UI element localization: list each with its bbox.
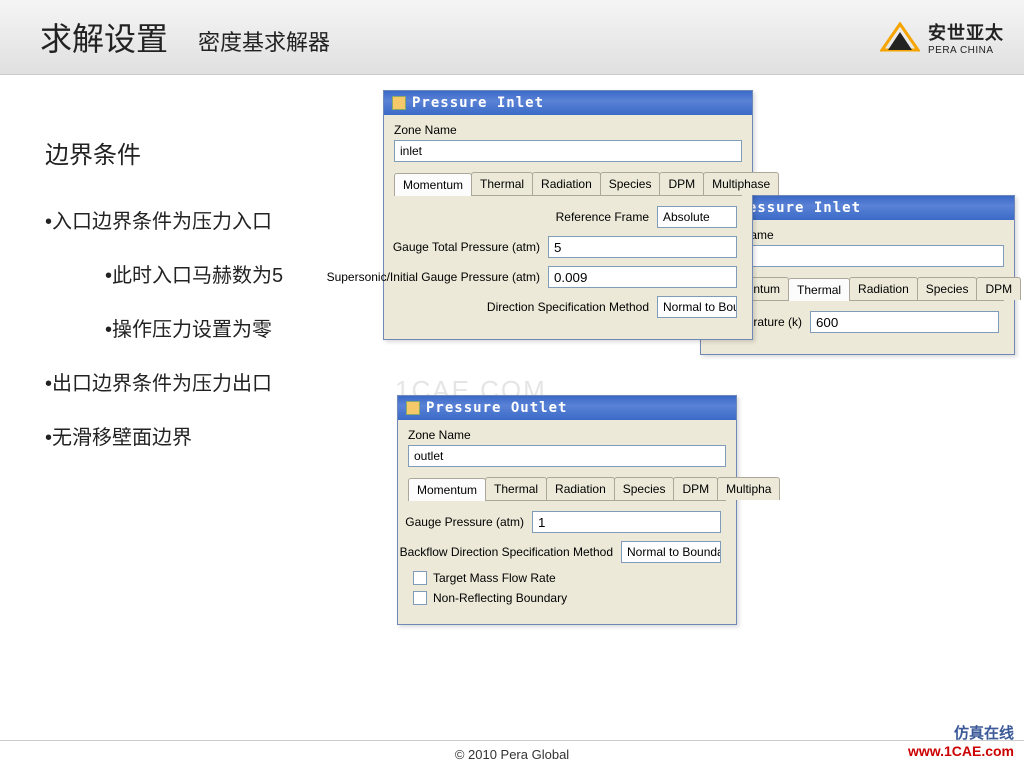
tab-radiation[interactable]: Radiation xyxy=(546,477,615,500)
zone-name-input[interactable] xyxy=(394,140,742,162)
backflow-direction-select[interactable]: Normal to Boundary xyxy=(621,541,721,563)
gauge-pressure-input[interactable] xyxy=(532,511,721,533)
tab-species[interactable]: Species xyxy=(614,477,675,500)
slide-footer: © 2010 Pera Global xyxy=(0,740,1024,768)
gauge-total-pressure-input[interactable] xyxy=(548,236,737,258)
tab-radiation[interactable]: Radiation xyxy=(532,172,601,195)
zone-name-label: Zone Name xyxy=(711,228,1004,242)
dialog-title-text: Pressure Inlet xyxy=(412,95,544,111)
zone-name-input[interactable] xyxy=(711,245,1004,267)
tab-dpm[interactable]: DPM xyxy=(976,277,1021,300)
tab-species[interactable]: Species xyxy=(600,172,661,195)
logo-en: PERA CHINA xyxy=(928,45,1004,56)
target-mass-flow-checkbox[interactable] xyxy=(413,571,427,585)
tab-momentum[interactable]: Momentum xyxy=(394,173,472,196)
supersonic-pressure-label: Supersonic/Initial Gauge Pressure (atm) xyxy=(327,270,540,284)
backflow-direction-label: Backflow Direction Specification Method xyxy=(400,545,613,559)
direction-method-select[interactable]: Normal to Bound xyxy=(657,296,737,318)
page-subtitle: 密度基求解器 xyxy=(198,25,330,57)
section-heading: 边界条件 xyxy=(45,135,365,170)
logo-icon xyxy=(880,22,920,52)
dialog-pressure-outlet: Pressure Outlet Zone Name Momentum Therm… xyxy=(397,395,737,625)
bullet-2: •出口边界条件为压力出口 xyxy=(45,367,365,396)
total-temperature-input[interactable] xyxy=(810,311,999,333)
title-group: 求解设置 密度基求解器 xyxy=(40,14,330,60)
bullet-1: •入口边界条件为压力入口 xyxy=(45,205,365,234)
app-icon xyxy=(392,96,406,110)
page-title: 求解设置 xyxy=(40,14,168,60)
tab-strip: Momentum Thermal Radiation Species DPM M… xyxy=(394,172,742,196)
dialog-pressure-inlet-momentum: Pressure Inlet Zone Name Momentum Therma… xyxy=(383,90,753,340)
dialog-titlebar[interactable]: Pressure Inlet xyxy=(384,91,752,115)
watermark-cn: 仿真在线 xyxy=(908,725,1014,743)
dialog-title-text: Pressure Outlet xyxy=(426,400,567,416)
watermark-right: 仿真在线 www.1CAE.com xyxy=(908,725,1014,760)
reference-frame-label: Reference Frame xyxy=(556,210,649,224)
supersonic-pressure-input[interactable] xyxy=(548,266,737,288)
zone-name-input[interactable] xyxy=(408,445,726,467)
direction-method-label: Direction Specification Method xyxy=(487,300,649,314)
watermark-url: www.1CAE.com xyxy=(908,743,1014,760)
tab-strip: Momentum Thermal Radiation Species DPM xyxy=(711,277,1004,301)
reference-frame-select[interactable]: Absolute xyxy=(657,206,737,228)
bullet-1b: •操作压力设置为零 xyxy=(105,313,365,342)
logo-cn: 安世亚太 xyxy=(928,19,1004,45)
tab-radiation[interactable]: Radiation xyxy=(849,277,918,300)
tab-momentum[interactable]: Momentum xyxy=(408,478,486,501)
tab-dpm[interactable]: DPM xyxy=(659,172,704,195)
tab-thermal[interactable]: Thermal xyxy=(471,172,533,195)
zone-name-label: Zone Name xyxy=(408,428,726,442)
tab-strip: Momentum Thermal Radiation Species DPM M… xyxy=(408,477,726,501)
gauge-pressure-label: Gauge Pressure (atm) xyxy=(405,515,524,529)
logo: 安世亚太 PERA CHINA xyxy=(880,19,1004,56)
slide-body: 边界条件 •入口边界条件为压力入口 •此时入口马赫数为5 •操作压力设置为零 •… xyxy=(45,135,365,475)
tab-multiphase[interactable]: Multiphase xyxy=(703,172,779,195)
tab-multiphase[interactable]: Multipha xyxy=(717,477,780,500)
tab-thermal[interactable]: Thermal xyxy=(788,278,850,301)
app-icon xyxy=(406,401,420,415)
slide-header: 求解设置 密度基求解器 安世亚太 PERA CHINA xyxy=(0,0,1024,75)
copyright: © 2010 Pera Global xyxy=(455,747,569,762)
gauge-total-pressure-label: Gauge Total Pressure (atm) xyxy=(393,240,540,254)
tab-species[interactable]: Species xyxy=(917,277,978,300)
zone-name-label: Zone Name xyxy=(394,123,742,137)
non-reflecting-checkbox[interactable] xyxy=(413,591,427,605)
bullet-3: •无滑移壁面边界 xyxy=(45,421,365,450)
non-reflecting-label: Non-Reflecting Boundary xyxy=(433,591,567,605)
target-mass-flow-label: Target Mass Flow Rate xyxy=(433,571,556,585)
tab-thermal[interactable]: Thermal xyxy=(485,477,547,500)
dialog-titlebar[interactable]: Pressure Outlet xyxy=(398,396,736,420)
tab-dpm[interactable]: DPM xyxy=(673,477,718,500)
